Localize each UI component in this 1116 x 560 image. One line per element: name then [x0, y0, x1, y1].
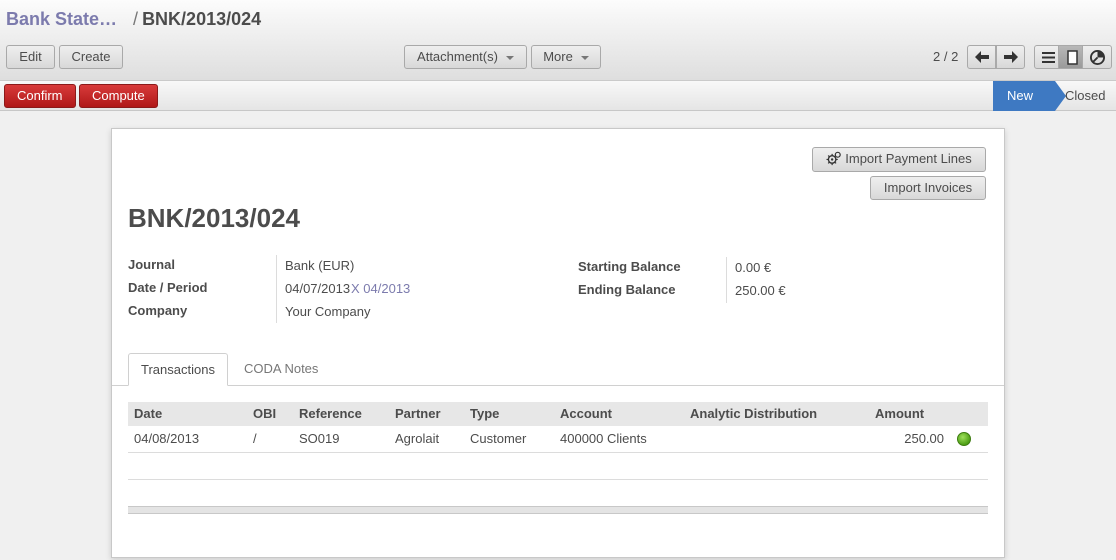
- cell-date: 04/08/2013: [134, 431, 200, 446]
- column-header-amount[interactable]: Amount: [875, 402, 924, 426]
- pager-previous-button[interactable]: [967, 45, 996, 69]
- table-row[interactable]: 04/08/2013 / SO019 Agrolait Customer 400…: [128, 426, 988, 453]
- arrow-left-icon: [974, 51, 989, 63]
- list-icon: [1042, 51, 1055, 63]
- date-period-label: Date / Period: [128, 280, 208, 295]
- pie-chart-icon: [1089, 49, 1105, 65]
- company-label: Company: [128, 303, 188, 318]
- confirm-button[interactable]: Confirm: [4, 84, 76, 108]
- breadcrumb-current: BNK/2013/024: [142, 9, 262, 29]
- column-header-analytic-distribution[interactable]: Analytic Distribution: [690, 402, 817, 426]
- cell-partner: Agrolait: [395, 431, 440, 446]
- table-row-empty: [128, 453, 988, 480]
- control-panel: Bank State… / BNK/2013/024 Edit Create Att…: [0, 0, 1116, 81]
- column-header-partner[interactable]: Partner: [395, 402, 441, 426]
- column-header-account[interactable]: Account: [560, 402, 612, 426]
- table-header: Date OBI Reference Partner Type Account …: [128, 402, 988, 426]
- more-dropdown[interactable]: More: [531, 45, 601, 69]
- import-payment-lines-button[interactable]: Import Payment Lines: [812, 147, 986, 172]
- field-divider: [726, 257, 727, 303]
- table-footer: [128, 506, 988, 514]
- breadcrumb-parent-link[interactable]: Bank State…: [6, 9, 117, 29]
- status-ok-icon: [957, 432, 971, 446]
- caret-down-icon: [580, 55, 589, 60]
- breadcrumb: Bank State… / BNK/2013/024: [6, 9, 261, 30]
- cell-type: Customer: [470, 431, 527, 446]
- cell-reference: SO019: [299, 431, 340, 446]
- attachments-label: Attachment(s): [417, 49, 498, 64]
- gears-icon: [826, 151, 842, 166]
- stage-new[interactable]: New: [993, 81, 1066, 111]
- tab-coda-notes[interactable]: CODA Notes: [232, 353, 330, 386]
- cell-amount: 250.00: [904, 431, 944, 446]
- company-value: Your Company: [285, 304, 371, 319]
- attachments-dropdown[interactable]: Attachment(s): [404, 45, 527, 69]
- ending-balance-label: Ending Balance: [578, 282, 676, 297]
- breadcrumb-separator: /: [133, 9, 139, 29]
- more-label: More: [543, 49, 573, 64]
- starting-balance-value: 0.00 €: [735, 260, 772, 275]
- starting-balance-label: Starting Balance: [578, 259, 681, 274]
- column-header-type[interactable]: Type: [470, 402, 499, 426]
- journal-label: Journal: [128, 257, 175, 272]
- journal-value: Bank (EUR): [285, 258, 355, 273]
- graph-view-button[interactable]: [1082, 45, 1112, 69]
- pager-next-button[interactable]: [996, 45, 1025, 69]
- transactions-table: Date OBI Reference Partner Type Account …: [128, 402, 988, 480]
- cell-obi: /: [253, 431, 257, 446]
- edit-button[interactable]: Edit: [6, 45, 55, 69]
- form-icon: [1067, 49, 1078, 65]
- cell-account: 400000 Clients: [560, 431, 647, 446]
- date-value: 04/07/2013: [285, 281, 351, 296]
- ending-balance-value: 250.00 €: [735, 283, 786, 298]
- field-divider: [276, 255, 277, 323]
- notebook-tabs: Transactions CODA Notes: [112, 353, 1004, 386]
- compute-button[interactable]: Compute: [79, 84, 158, 108]
- form-sheet: Import Payment Lines Import Invoices BNK…: [111, 128, 1005, 558]
- import-payment-lines-label: Import Payment Lines: [845, 151, 972, 166]
- tab-transactions[interactable]: Transactions: [128, 353, 228, 386]
- caret-down-icon: [505, 55, 514, 60]
- record-title: BNK/2013/024: [128, 203, 300, 233]
- import-invoices-button[interactable]: Import Invoices: [870, 176, 986, 200]
- pager-counter[interactable]: 2 / 2: [933, 49, 958, 64]
- column-header-date[interactable]: Date: [134, 402, 162, 426]
- arrow-right-icon: [1003, 51, 1018, 63]
- stage-closed[interactable]: Closed: [1065, 81, 1105, 111]
- status-bar: Confirm Compute New Closed: [0, 81, 1116, 111]
- period-link[interactable]: X 04/2013: [351, 281, 410, 296]
- column-header-obi[interactable]: OBI: [253, 402, 276, 426]
- column-header-reference[interactable]: Reference: [299, 402, 362, 426]
- create-button[interactable]: Create: [59, 45, 123, 69]
